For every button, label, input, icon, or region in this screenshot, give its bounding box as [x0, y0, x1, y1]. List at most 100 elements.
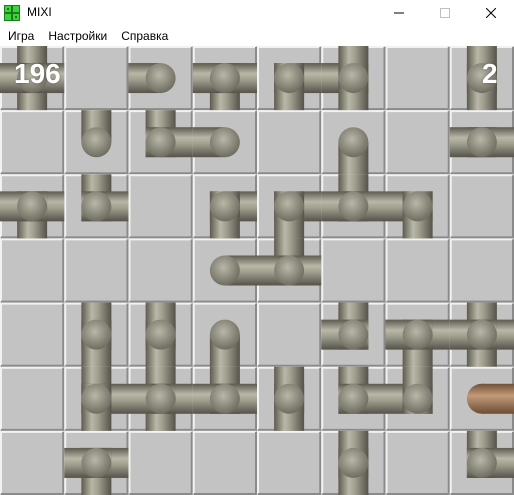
board-tile[interactable]	[449, 174, 514, 239]
menu-settings[interactable]: Настройки	[41, 26, 114, 46]
pipe-hub	[209, 319, 240, 350]
pipe-hub	[338, 127, 369, 158]
board-tile[interactable]	[192, 430, 257, 495]
pipe-hub	[466, 127, 497, 158]
pipe-hub	[274, 383, 305, 414]
pipe-hub	[81, 127, 112, 158]
tile-face	[64, 238, 129, 303]
active-pipe-piece	[466, 383, 514, 414]
pipe-piece	[274, 366, 305, 431]
pipe-hub	[338, 447, 369, 478]
board-tile[interactable]	[385, 46, 450, 111]
pipe-hub	[402, 191, 433, 222]
board-tile[interactable]	[257, 302, 322, 367]
pipe-hub	[338, 191, 369, 222]
tile-face	[257, 430, 322, 495]
board-tile[interactable]	[385, 238, 450, 303]
tile-face	[128, 174, 193, 239]
pipe-hub	[81, 447, 112, 478]
tile-face	[257, 110, 322, 175]
tile-face	[449, 238, 514, 303]
pipe-hub	[274, 255, 305, 286]
board-tile[interactable]	[128, 174, 193, 239]
pipe-hub	[209, 383, 240, 414]
pipe-piece	[81, 110, 112, 158]
board-tile[interactable]	[449, 238, 514, 303]
pipe-hub	[274, 191, 305, 222]
pipe-hub	[338, 383, 369, 414]
board-tile[interactable]	[257, 430, 322, 495]
minimize-icon	[394, 12, 404, 14]
pipe-piece	[338, 430, 369, 495]
pipe-hub	[338, 63, 369, 94]
board-tile[interactable]	[385, 110, 450, 175]
tile-face	[128, 430, 193, 495]
board-tile[interactable]	[0, 430, 65, 495]
tile-face	[257, 302, 322, 367]
pipe-piece	[145, 302, 176, 367]
tile-face	[0, 110, 65, 175]
tile-face	[385, 110, 450, 175]
pipe-hub	[145, 319, 176, 350]
pipe-piece	[449, 127, 514, 158]
pipe-hub	[209, 127, 240, 158]
pipe-hub	[81, 191, 112, 222]
pipe-piece	[81, 302, 112, 367]
game-board[interactable]: 196 2	[0, 46, 514, 495]
board-tile[interactable]	[128, 238, 193, 303]
pipe-hub	[209, 63, 240, 94]
score-left: 196	[14, 58, 61, 89]
pipe-hub	[145, 63, 176, 94]
tile-face	[321, 238, 386, 303]
maximize-icon	[440, 8, 450, 18]
menu-bar: Игра Настройки Справка	[0, 26, 514, 46]
window-title: MIXI	[27, 5, 52, 19]
tile-face	[385, 430, 450, 495]
board-tile[interactable]	[0, 110, 65, 175]
title-bar: MIXI	[0, 0, 514, 26]
board-tile[interactable]	[257, 110, 322, 175]
tile-face	[0, 366, 65, 431]
pipe-piece	[192, 127, 240, 158]
pipe-hub	[274, 63, 305, 94]
pipe-hub	[145, 127, 176, 158]
tile-face	[192, 430, 257, 495]
tile-face	[64, 46, 129, 111]
close-button[interactable]	[468, 0, 514, 26]
maximize-button[interactable]	[422, 0, 468, 26]
board-tile[interactable]	[0, 366, 65, 431]
board-tile[interactable]	[321, 238, 386, 303]
tile-face	[128, 238, 193, 303]
tile-face	[0, 430, 65, 495]
board-tile[interactable]	[128, 430, 193, 495]
pipe-hub	[466, 383, 497, 414]
menu-help[interactable]: Справка	[114, 26, 175, 46]
pipe-hub	[145, 383, 176, 414]
app-icon	[4, 5, 20, 21]
pipe-piece	[209, 255, 257, 286]
tile-face	[385, 238, 450, 303]
board-tile[interactable]	[0, 302, 65, 367]
minimize-button[interactable]	[376, 0, 422, 26]
menu-game[interactable]: Игра	[0, 26, 41, 46]
tile-face	[449, 174, 514, 239]
pipe-hub	[402, 383, 433, 414]
pipe-hub	[81, 319, 112, 350]
tile-face	[0, 238, 65, 303]
board-tile[interactable]	[64, 238, 129, 303]
board-tile[interactable]	[385, 430, 450, 495]
pipe-hub	[466, 447, 497, 478]
board-tile[interactable]	[0, 238, 65, 303]
pipe-hub	[402, 319, 433, 350]
pipe-hub	[81, 383, 112, 414]
pipe-hub	[338, 319, 369, 350]
pipe-hub	[17, 191, 48, 222]
tile-face	[385, 46, 450, 111]
close-icon	[486, 8, 496, 18]
pipe-piece	[128, 63, 176, 94]
pipe-piece	[209, 319, 240, 367]
score-right: 2	[482, 58, 498, 89]
board-tile[interactable]	[64, 46, 129, 111]
pipe-hub	[209, 191, 240, 222]
tile-face	[0, 302, 65, 367]
